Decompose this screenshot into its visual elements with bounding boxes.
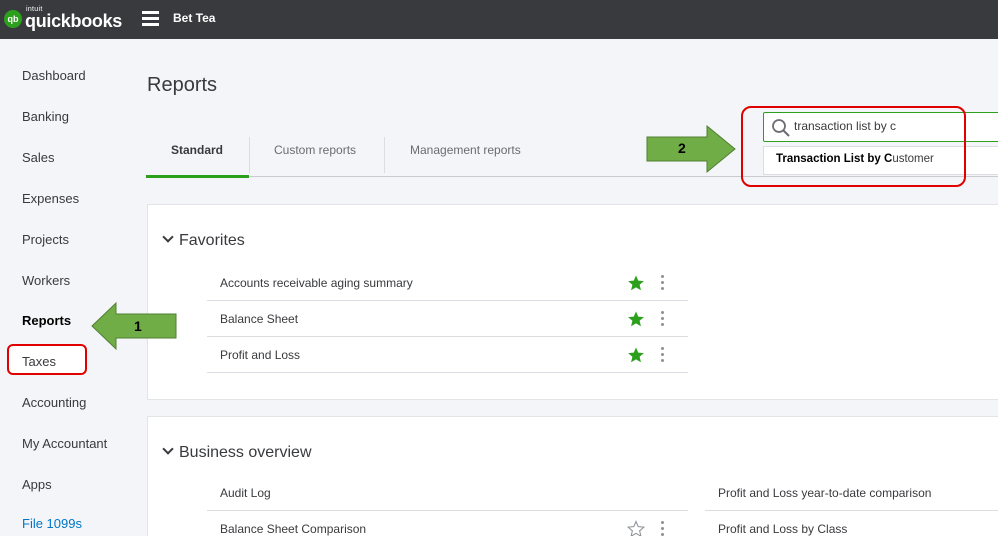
star-filled-icon[interactable] bbox=[627, 346, 645, 364]
favorites-card: Favorites Accounts receivable aging summ… bbox=[147, 204, 998, 400]
company-name: Bet Tea bbox=[173, 11, 216, 25]
sidebar-item-workers[interactable]: Workers bbox=[22, 273, 70, 288]
kebab-menu-icon[interactable] bbox=[661, 275, 665, 291]
list-item[interactable]: Profit and Loss by Class bbox=[705, 511, 998, 536]
step-2-number: 2 bbox=[678, 140, 686, 156]
section-title: Favorites bbox=[179, 232, 245, 249]
top-bar: qb intuit quickbooks Bet Tea bbox=[0, 0, 998, 39]
list-item[interactable]: Accounts receivable aging summary bbox=[207, 265, 688, 301]
report-link[interactable]: Profit and Loss bbox=[220, 348, 300, 362]
hamburger-menu-icon[interactable] bbox=[142, 11, 159, 26]
list-item[interactable]: Balance Sheet bbox=[207, 301, 688, 337]
step-2-arrow-icon bbox=[646, 124, 736, 174]
list-item[interactable]: Audit Log bbox=[207, 475, 688, 511]
report-link[interactable]: Balance Sheet Comparison bbox=[220, 522, 366, 536]
sidebar-item-my-accountant[interactable]: My Accountant bbox=[22, 436, 107, 451]
search-highlight-box bbox=[741, 106, 966, 187]
sidebar-item-file-1099s[interactable]: File 1099s bbox=[22, 516, 82, 531]
quickbooks-logo-icon[interactable]: qb bbox=[4, 10, 22, 28]
report-link[interactable]: Audit Log bbox=[220, 486, 271, 500]
tab-divider bbox=[384, 137, 385, 173]
left-nav: Dashboard Banking Sales Expenses Project… bbox=[0, 39, 120, 536]
section-title: Business overview bbox=[179, 444, 312, 461]
step-1-number: 1 bbox=[134, 318, 142, 334]
business-overview-card: Business overview Audit Log Balance Shee… bbox=[147, 416, 998, 536]
list-item[interactable]: Balance Sheet Comparison bbox=[207, 511, 688, 536]
business-overview-section-toggle[interactable]: Business overview bbox=[162, 443, 312, 462]
sidebar-item-projects[interactable]: Projects bbox=[22, 232, 69, 247]
list-item[interactable]: Profit and Loss year-to-date comparison bbox=[705, 475, 998, 511]
star-outline-icon[interactable] bbox=[627, 520, 645, 536]
sidebar-item-banking[interactable]: Banking bbox=[22, 109, 69, 124]
tab-standard[interactable]: Standard bbox=[171, 143, 223, 157]
kebab-menu-icon[interactable] bbox=[661, 347, 665, 363]
sidebar-item-dashboard[interactable]: Dashboard bbox=[22, 68, 86, 83]
report-link[interactable]: Profit and Loss year-to-date comparison bbox=[718, 486, 931, 500]
sidebar-item-taxes[interactable]: Taxes bbox=[22, 354, 56, 369]
list-item[interactable]: Profit and Loss bbox=[207, 337, 688, 373]
chevron-down-icon bbox=[162, 231, 174, 243]
active-tab-indicator bbox=[146, 175, 249, 178]
report-link[interactable]: Profit and Loss by Class bbox=[718, 522, 847, 536]
sidebar-item-expenses[interactable]: Expenses bbox=[22, 191, 79, 206]
report-link[interactable]: Balance Sheet bbox=[220, 312, 298, 326]
sidebar-item-reports[interactable]: Reports bbox=[22, 313, 71, 328]
favorites-section-toggle[interactable]: Favorites bbox=[162, 231, 245, 250]
sidebar-item-accounting[interactable]: Accounting bbox=[22, 395, 86, 410]
page-title: Reports bbox=[147, 74, 218, 96]
sidebar-item-apps[interactable]: Apps bbox=[22, 477, 52, 492]
star-filled-icon[interactable] bbox=[627, 274, 645, 292]
chevron-down-icon bbox=[162, 443, 174, 455]
quickbooks-wordmark[interactable]: quickbooks bbox=[25, 11, 122, 32]
kebab-menu-icon[interactable] bbox=[661, 521, 665, 536]
tab-custom-reports[interactable]: Custom reports bbox=[274, 143, 356, 157]
tab-management-reports[interactable]: Management reports bbox=[410, 143, 521, 157]
kebab-menu-icon[interactable] bbox=[661, 311, 665, 327]
sidebar-item-sales[interactable]: Sales bbox=[22, 150, 55, 165]
main-content: Reports Standard Custom reports Manageme… bbox=[120, 39, 998, 536]
tab-divider bbox=[249, 137, 250, 173]
report-link[interactable]: Accounts receivable aging summary bbox=[220, 276, 413, 290]
star-filled-icon[interactable] bbox=[627, 310, 645, 328]
